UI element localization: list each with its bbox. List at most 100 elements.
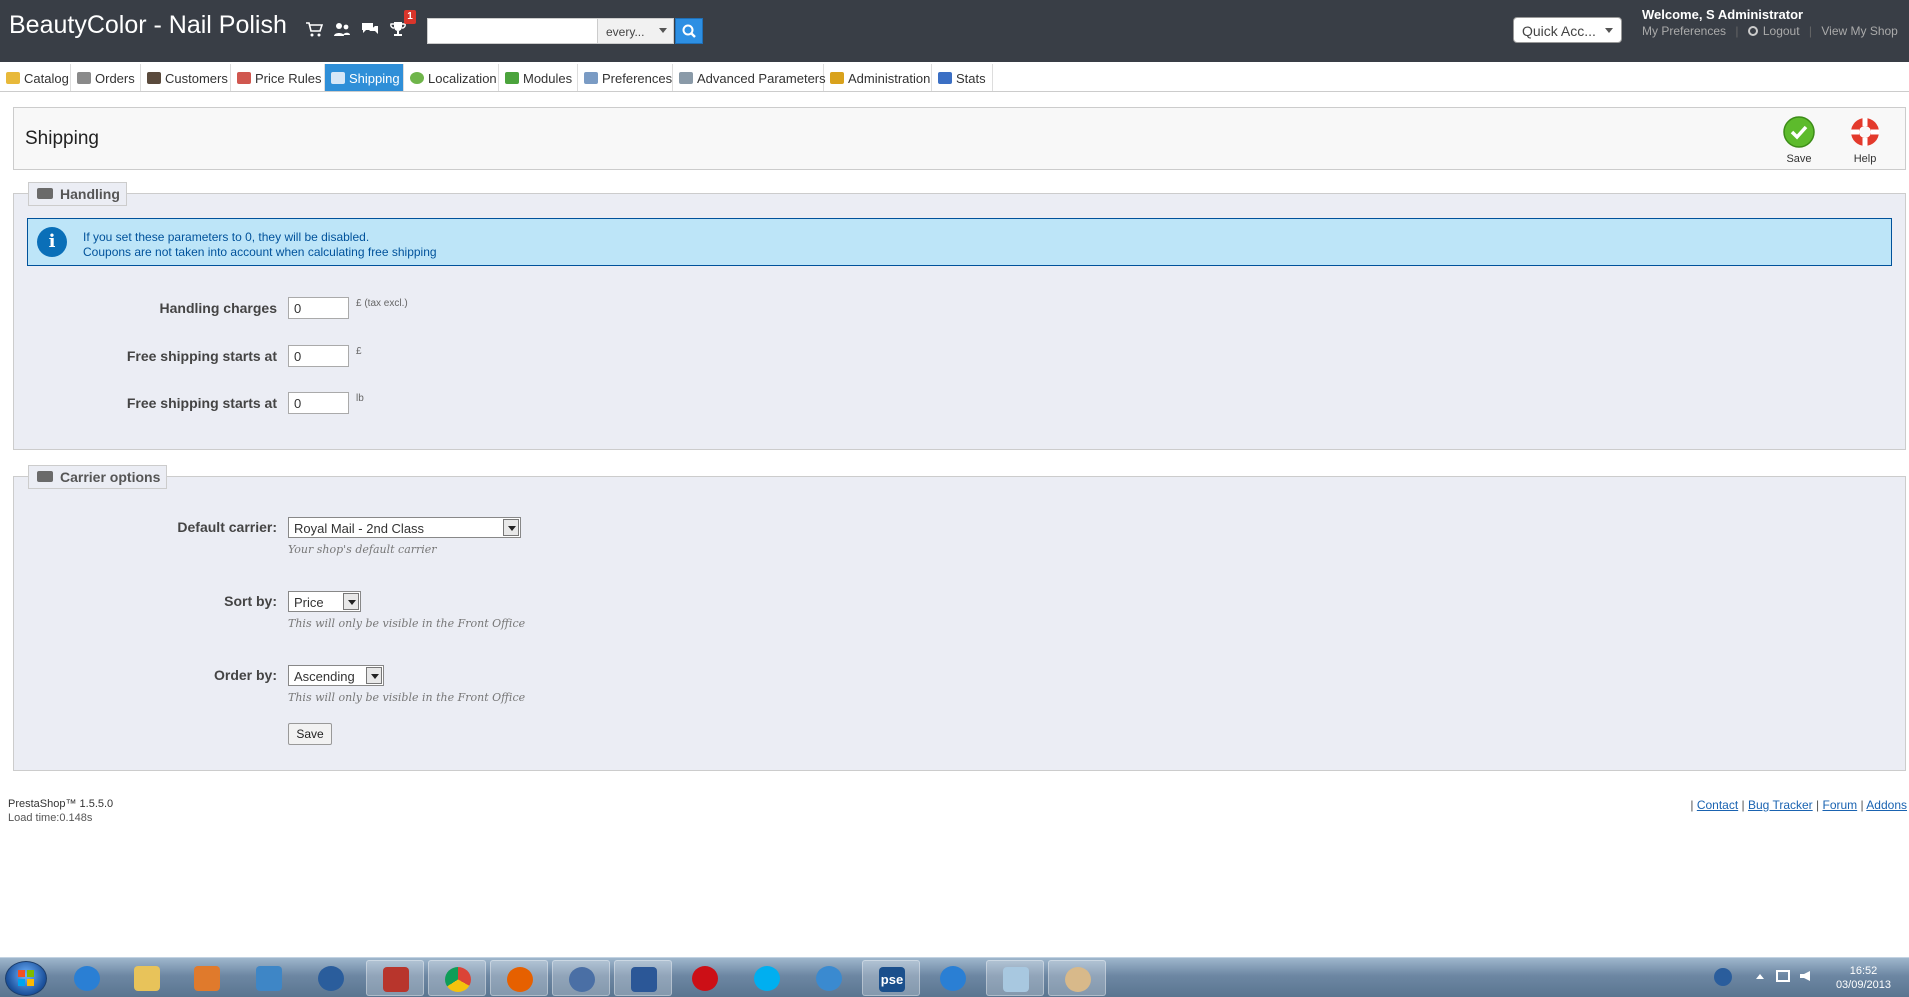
select-value: Price bbox=[294, 595, 324, 610]
search-input[interactable] bbox=[427, 18, 605, 44]
taskbar-internet-explorer[interactable] bbox=[58, 960, 116, 996]
clock[interactable]: 16:52 03/09/2013 bbox=[1836, 964, 1891, 992]
free-shipping-price-label: Free shipping starts at bbox=[126, 348, 277, 364]
windows-logo-icon bbox=[18, 970, 34, 986]
tab-administration[interactable]: Administration bbox=[824, 64, 932, 91]
free-shipping-weight-input[interactable]: 0 bbox=[288, 392, 349, 414]
tab-label: Advanced Parameters bbox=[697, 71, 826, 86]
header-bar: BeautyColor - Nail Polish 1 every... Qui… bbox=[0, 0, 1909, 62]
addons-link[interactable]: Addons bbox=[1866, 798, 1907, 812]
main-tabs: Catalog Orders Customers Price Rules Shi… bbox=[0, 62, 1909, 92]
taskbar-skype[interactable] bbox=[738, 960, 796, 996]
welcome-text: Welcome, S Administrator bbox=[1642, 7, 1804, 22]
tab-label: Customers bbox=[165, 71, 228, 86]
unit-label: lb bbox=[356, 393, 364, 404]
taskbar-media-player[interactable] bbox=[178, 960, 236, 996]
photoshop-elements-icon: pse bbox=[879, 967, 905, 992]
truck-icon bbox=[331, 72, 345, 84]
search-scope-label: every... bbox=[606, 25, 645, 39]
firefox-icon bbox=[507, 967, 533, 992]
windows-taskbar: pse 16:52 03/09/2013 bbox=[0, 957, 1909, 997]
shop-name[interactable]: BeautyColor - Nail Polish bbox=[9, 11, 287, 40]
handling-charges-input[interactable]: 0 bbox=[288, 297, 349, 319]
file-explorer-icon bbox=[134, 966, 160, 991]
window-icon bbox=[584, 72, 598, 84]
chevron-down-icon bbox=[503, 519, 519, 536]
chevron-down-icon bbox=[366, 667, 382, 684]
help-label: Help bbox=[1853, 153, 1877, 165]
quick-access-select[interactable]: Quick Acc... bbox=[1513, 17, 1622, 43]
carrier-options-fieldset: Carrier options Default carrier: Royal M… bbox=[13, 465, 1906, 771]
hp-icon bbox=[318, 966, 344, 991]
user-links: My Preferences | Logout | View My Shop bbox=[1642, 24, 1898, 38]
messages-icon[interactable] bbox=[361, 20, 379, 38]
tab-label: Shipping bbox=[349, 71, 400, 86]
taskbar-opera[interactable] bbox=[676, 960, 734, 996]
legend-label: Handling bbox=[60, 186, 120, 202]
quick-access-label: Quick Acc... bbox=[1522, 23, 1596, 39]
taskbar-chrome[interactable] bbox=[428, 960, 486, 996]
power-icon bbox=[1747, 26, 1758, 36]
sort-by-select[interactable]: Price bbox=[288, 591, 361, 612]
volume-icon[interactable] bbox=[1800, 971, 1810, 981]
tab-customers[interactable]: Customers bbox=[141, 64, 231, 91]
tab-localization[interactable]: Localization bbox=[404, 64, 499, 91]
taskbar-paint[interactable] bbox=[1048, 960, 1106, 996]
taskbar-messenger[interactable] bbox=[800, 960, 858, 996]
tab-advanced-parameters[interactable]: Advanced Parameters bbox=[673, 64, 826, 91]
taskbar-file-explorer[interactable] bbox=[118, 960, 176, 996]
handling-fieldset: Handling i If you set these parameters t… bbox=[13, 182, 1906, 450]
search-scope-select[interactable]: every... bbox=[597, 18, 674, 44]
taskbar-internet-explorer-2[interactable] bbox=[924, 960, 982, 996]
logout-link[interactable]: Logout bbox=[1747, 24, 1800, 38]
search-button[interactable] bbox=[675, 18, 703, 44]
toolbar-save-button[interactable]: Save bbox=[1774, 116, 1824, 165]
truck-icon bbox=[37, 471, 53, 482]
taskbar-word[interactable] bbox=[614, 960, 672, 996]
footer-load-time: Load time:0.148s bbox=[8, 812, 93, 824]
show-hidden-icons-icon[interactable] bbox=[1756, 974, 1764, 979]
tab-label: Stats bbox=[956, 71, 986, 86]
messenger-icon bbox=[816, 966, 842, 991]
taskbar-filezilla[interactable] bbox=[366, 960, 424, 996]
key-icon bbox=[830, 72, 844, 84]
tab-label: Modules bbox=[523, 71, 573, 86]
action-center-icon[interactable] bbox=[1714, 968, 1732, 986]
legend-label: Carrier options bbox=[60, 469, 161, 485]
my-preferences-link[interactable]: My Preferences bbox=[1642, 24, 1726, 38]
taskbar-thunderbird[interactable] bbox=[552, 960, 610, 996]
order-by-select[interactable]: Ascending bbox=[288, 665, 384, 686]
tab-stats[interactable]: Stats bbox=[932, 64, 993, 91]
start-button[interactable] bbox=[5, 961, 47, 996]
bug-tracker-link[interactable]: Bug Tracker bbox=[1748, 798, 1813, 812]
tab-modules[interactable]: Modules bbox=[499, 64, 578, 91]
view-my-shop-link[interactable]: View My Shop bbox=[1821, 24, 1897, 38]
network-icon[interactable] bbox=[1776, 970, 1790, 982]
opera-icon bbox=[692, 966, 718, 991]
cart-icon[interactable] bbox=[305, 20, 323, 38]
separator: | bbox=[1808, 24, 1813, 38]
customers-icon[interactable] bbox=[333, 20, 351, 38]
free-shipping-price-input[interactable]: 0 bbox=[288, 345, 349, 367]
taskbar-remote-desktop[interactable] bbox=[240, 960, 298, 996]
handling-charges-label: Handling charges bbox=[159, 300, 277, 316]
clock-date: 03/09/2013 bbox=[1835, 979, 1891, 991]
tab-shipping[interactable]: Shipping bbox=[325, 64, 404, 91]
taskbar-notepad[interactable] bbox=[986, 960, 1044, 996]
contact-link[interactable]: Contact bbox=[1697, 798, 1738, 812]
tab-price-rules[interactable]: Price Rules bbox=[231, 64, 325, 91]
footer-links: | Contact | Bug Tracker | Forum | Addons bbox=[1690, 798, 1907, 812]
save-button[interactable]: Save bbox=[288, 723, 332, 745]
taskbar-photoshop-elements[interactable]: pse bbox=[862, 960, 920, 996]
tab-catalog[interactable]: Catalog bbox=[0, 64, 71, 91]
taskbar-firefox[interactable] bbox=[490, 960, 548, 996]
footer-version: PrestaShop™ 1.5.5.0 bbox=[8, 798, 114, 810]
tab-orders[interactable]: Orders bbox=[71, 64, 141, 91]
tab-preferences[interactable]: Preferences bbox=[578, 64, 673, 91]
forum-link[interactable]: Forum bbox=[1822, 798, 1857, 812]
info-line: Coupons are not taken into account when … bbox=[83, 245, 437, 259]
price-tag-icon bbox=[237, 72, 251, 84]
taskbar-hp[interactable] bbox=[302, 960, 360, 996]
toolbar-help-button[interactable]: Help bbox=[1840, 116, 1890, 165]
default-carrier-select[interactable]: Royal Mail - 2nd Class bbox=[288, 517, 521, 538]
